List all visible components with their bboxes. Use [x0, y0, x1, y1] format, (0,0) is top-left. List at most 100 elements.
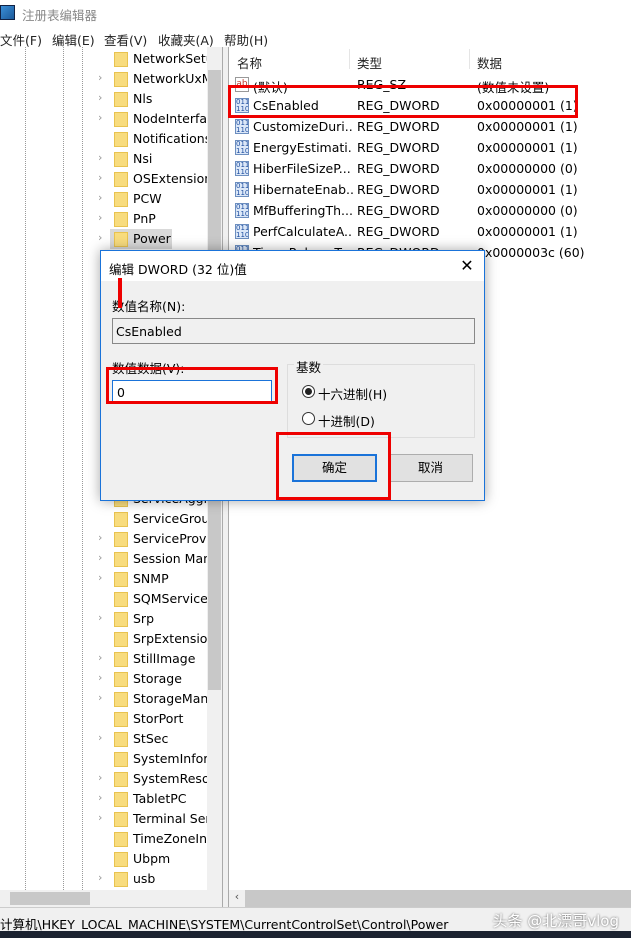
folder-icon [114, 152, 128, 167]
folder-icon [114, 72, 128, 87]
tree-item[interactable]: › SNMP [96, 569, 211, 589]
tree-item-label: Terminal Ser [133, 811, 211, 826]
tree-item[interactable]: › StillImage [96, 649, 211, 669]
tree-item[interactable]: NetworkSetu [96, 49, 214, 69]
tree-item[interactable]: › NetworkUxM [96, 69, 213, 89]
value-row[interactable]: ab (默认) REG_SZ (数值未设置) [229, 74, 631, 95]
value-data: 0x0000003c (60) [477, 245, 585, 260]
value-row[interactable]: 011 110 HibernateEnab... REG_DWORD 0x0000000… [229, 179, 631, 200]
chevron-right-icon[interactable]: › [98, 151, 102, 164]
tree-item[interactable]: › SystemResou [96, 769, 218, 789]
value-name: CsEnabled [253, 98, 319, 113]
chevron-right-icon[interactable]: › [98, 671, 102, 684]
radio-hex-label[interactable]: 十六进制(H) [318, 384, 387, 403]
value-name: CustomizeDuri... [253, 119, 353, 134]
chevron-right-icon[interactable]: › [98, 71, 102, 84]
chevron-right-icon[interactable]: › [98, 651, 102, 664]
folder-icon [114, 192, 128, 207]
tree-item-label: NodeInterfac [133, 111, 214, 126]
tree-item[interactable]: › Terminal Ser [96, 809, 211, 829]
tree-item[interactable]: Notifications [96, 129, 211, 149]
chevron-right-icon[interactable]: › [98, 551, 102, 564]
tree-item[interactable]: Ubpm [96, 849, 211, 869]
value-data-input[interactable]: 0 [112, 380, 272, 404]
dword-value-icon: 011110 [235, 98, 249, 113]
tree-item[interactable]: › StSec [96, 729, 211, 749]
chevron-right-icon[interactable]: › [98, 211, 102, 224]
dword-value-icon: 011110 [235, 119, 249, 134]
tree-item[interactable]: › Nsi [96, 149, 211, 169]
value-data: 0x00000001 (1) [477, 98, 578, 113]
chevron-right-icon[interactable]: › [98, 91, 102, 104]
tree-item[interactable]: › Storage [96, 669, 211, 689]
cancel-button[interactable]: 取消 [388, 454, 473, 482]
chevron-right-icon[interactable]: › [98, 731, 102, 744]
chevron-right-icon[interactable]: › [98, 531, 102, 544]
folder-icon [114, 232, 128, 247]
tree-item[interactable]: › usb [96, 869, 211, 889]
value-name: PerfCalculateA... [253, 224, 353, 239]
value-name: HibernateEnab... [253, 182, 353, 197]
folder-icon [114, 872, 128, 887]
list-horizontal-scrollbar[interactable]: ‹ [229, 890, 631, 907]
tree-item[interactable]: › Session Man [96, 549, 211, 569]
tree-item[interactable]: › ServiceProvid [96, 529, 218, 549]
base-group: 基数 十六进制(H) 十进制(D) [287, 357, 475, 438]
value-data: 0x00000000 (0) [477, 161, 578, 176]
radio-decimal-label[interactable]: 十进制(D) [318, 411, 375, 430]
tree-item[interactable]: › Srp [96, 609, 211, 629]
tree-item[interactable]: StorPort [96, 709, 211, 729]
tree-item[interactable]: SrpExtension [96, 629, 215, 649]
window-title: 注册表编辑器 [22, 8, 98, 23]
value-row[interactable]: 011 110 CsEnabled REG_DWORD 0x00000001 (1) [229, 95, 631, 116]
chevron-right-icon[interactable]: › [98, 771, 102, 784]
radio-hex[interactable] [302, 385, 315, 398]
tree-item-label: TabletPC [133, 791, 187, 806]
value-row[interactable]: 011 110 EnergyEstimati... REG_DWORD 0x000000… [229, 137, 631, 158]
tree-item[interactable]: › PCW [96, 189, 211, 209]
chevron-right-icon[interactable]: › [98, 191, 102, 204]
tree-item[interactable]: › Power [98, 229, 172, 249]
tree-item[interactable]: › NodeInterfac [96, 109, 214, 129]
ok-button[interactable]: 确定 [292, 454, 377, 482]
tree-item[interactable]: ServiceGroup [96, 509, 217, 529]
tree-item[interactable]: › PnP [96, 209, 211, 229]
tree-item[interactable]: › Nls [96, 89, 211, 109]
value-row[interactable]: 011 110 HiberFileSizeP... REG_DWORD 0x000000… [229, 158, 631, 179]
folder-icon [114, 112, 128, 127]
tree-item[interactable]: › TabletPC [96, 789, 211, 809]
value-data: 0x00000001 (1) [477, 182, 578, 197]
chevron-right-icon[interactable]: › [98, 571, 102, 584]
value-data: 0x00000001 (1) [477, 119, 578, 134]
value-row[interactable]: 011 110 PerfCalculateA... REG_DWORD 0x000000… [229, 221, 631, 242]
chevron-right-icon[interactable]: › [98, 791, 102, 804]
column-header-type[interactable]: 类型 [357, 53, 382, 72]
tree-item[interactable]: › StorageMan [96, 689, 211, 709]
tree-item[interactable]: SQMServiceL [96, 589, 215, 609]
tree-item[interactable]: SystemInforr [96, 749, 213, 769]
tree-hscroll-thumb[interactable] [10, 892, 90, 905]
value-row[interactable]: 011 110 CustomizeDuri... REG_DWORD 0x0000000… [229, 116, 631, 137]
value-type: REG_DWORD [357, 203, 440, 218]
folder-icon [114, 532, 128, 547]
chevron-right-icon[interactable]: › [98, 811, 102, 824]
chevron-right-icon[interactable]: › [98, 871, 102, 884]
folder-icon [114, 672, 128, 687]
value-row[interactable]: 011 110 MfBufferingTh... REG_DWORD 0x0000000… [229, 200, 631, 221]
close-icon[interactable]: ✕ [455, 255, 479, 277]
chevron-right-icon[interactable]: › [98, 231, 102, 244]
chevron-right-icon[interactable]: › [98, 611, 102, 624]
value-data: 0x00000001 (1) [477, 140, 578, 155]
chevron-right-icon[interactable]: › [98, 171, 102, 184]
tree-item-label: Session Man [133, 551, 212, 566]
radio-decimal[interactable] [302, 412, 315, 425]
tree-item[interactable]: › OSExtension [96, 169, 212, 189]
scroll-left-icon[interactable]: ‹ [229, 890, 245, 907]
tree-item-label: SNMP [133, 571, 169, 586]
chevron-right-icon[interactable]: › [98, 691, 102, 704]
folder-icon [114, 632, 128, 647]
chevron-right-icon[interactable]: › [98, 111, 102, 124]
column-header-name[interactable]: 名称 [237, 53, 262, 72]
column-header-data[interactable]: 数据 [477, 53, 502, 72]
tree-item[interactable]: TimeZoneInf [96, 829, 211, 849]
